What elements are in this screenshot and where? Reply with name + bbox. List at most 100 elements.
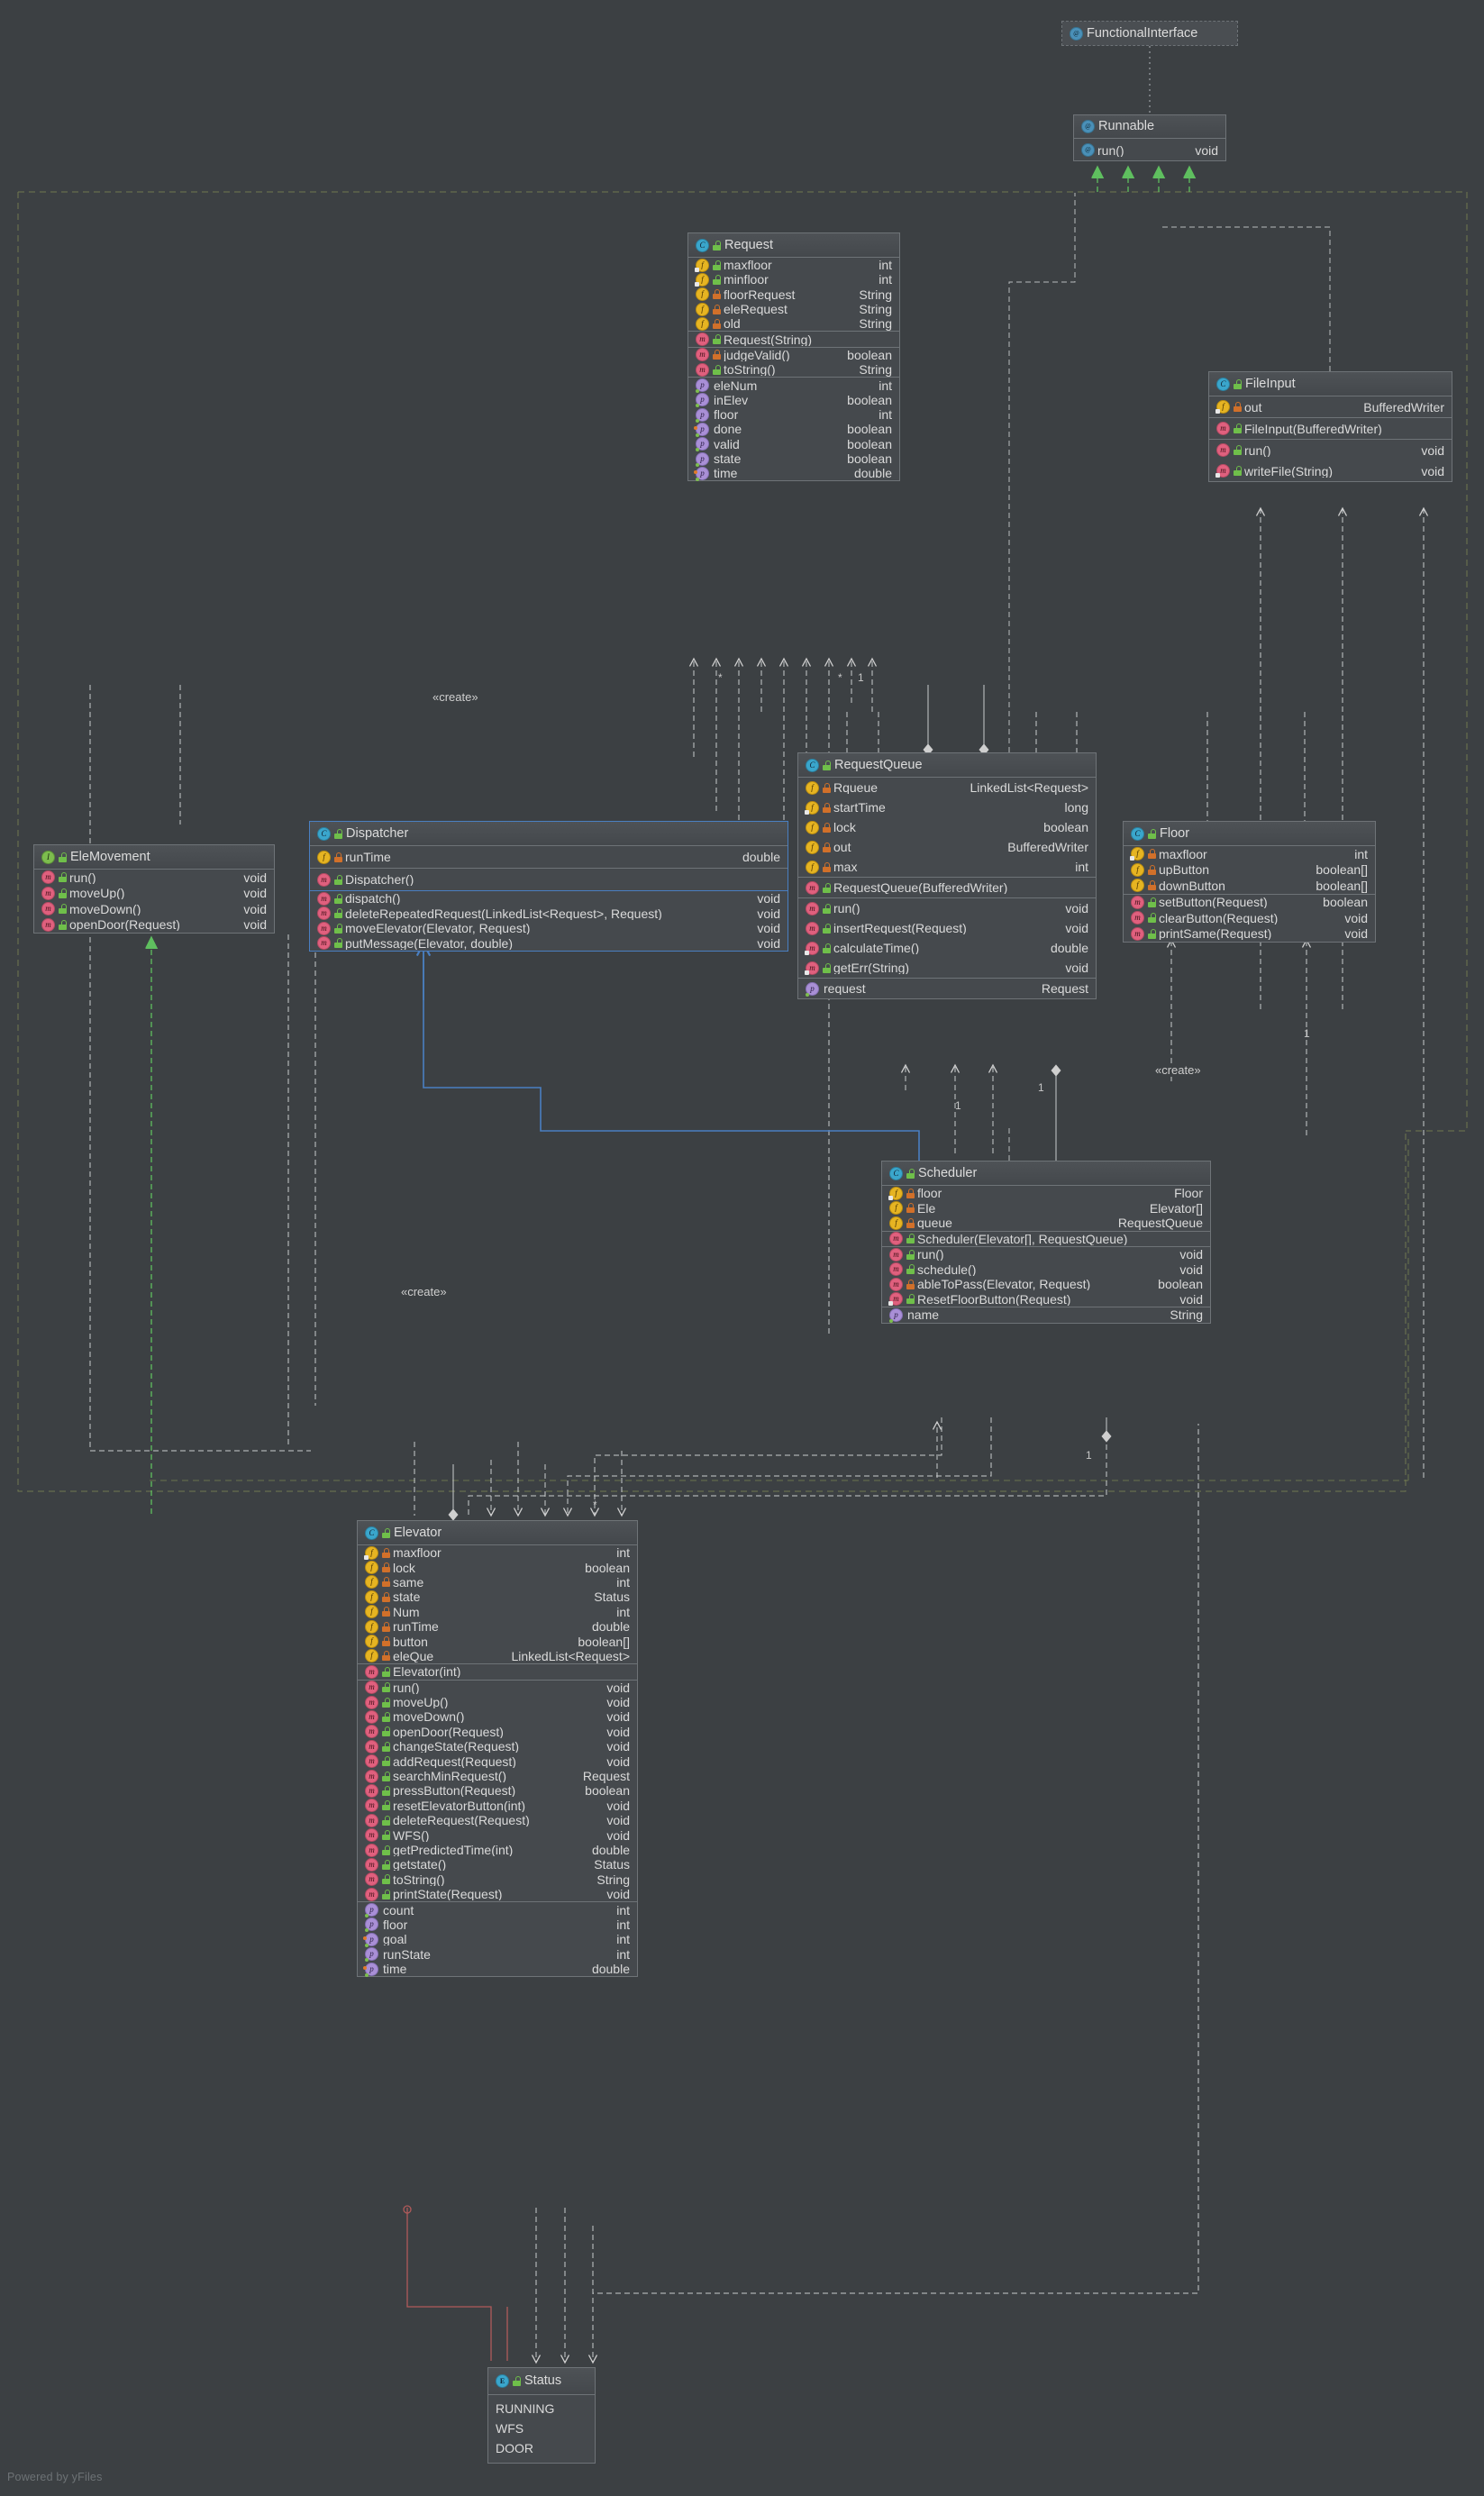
member-row[interactable]: f lock boolean	[798, 817, 1096, 837]
member-row[interactable]: m getPredictedTime(int) double	[358, 1843, 637, 1857]
member-row[interactable]: m deleteRepeatedRequest(LinkedList<Reques…	[310, 906, 788, 922]
member-row[interactable]: f lock boolean	[358, 1560, 637, 1575]
node-functional-interface[interactable]: @ FunctionalInterface	[1061, 21, 1238, 46]
member-row[interactable]: m run() void	[34, 870, 274, 886]
member-row[interactable]: f runTime double	[358, 1619, 637, 1634]
private-lock-icon	[382, 1562, 390, 1573]
member-row[interactable]: f runTime double	[310, 846, 788, 868]
member-row[interactable]: p goal int	[358, 1932, 637, 1947]
member-row[interactable]: m Request(String)	[688, 332, 899, 347]
member-row[interactable]: m writeFile(String) void	[1209, 460, 1452, 481]
node-scheduler[interactable]: C Scheduler f floor Floor f Ele Elevator[] f…	[881, 1161, 1211, 1324]
member-row[interactable]: f out BufferedWriter	[1209, 396, 1452, 417]
member-row[interactable]: m searchMinRequest() Request	[358, 1769, 637, 1783]
member-row[interactable]: m run() void	[358, 1681, 637, 1695]
member-row[interactable]: m pressButton(Request) boolean	[358, 1783, 637, 1798]
member-row[interactable]: f max int	[798, 857, 1096, 877]
member-row[interactable]: m moveDown() void	[34, 901, 274, 917]
member-row[interactable]: f downButton boolean[]	[1124, 878, 1375, 894]
member-row[interactable]: m moveUp() void	[358, 1695, 637, 1709]
member-row[interactable]: m toString() String	[358, 1872, 637, 1887]
member-row[interactable]: f maxfloor int	[358, 1545, 637, 1560]
member-row[interactable]: f floorRequest String	[688, 287, 899, 302]
node-status[interactable]: E Status RUNNING WFS DOOR	[487, 2367, 596, 2464]
member-row[interactable]: p runState int	[358, 1947, 637, 1963]
member-row[interactable]: f Ele Elevator[]	[882, 1201, 1210, 1216]
member-row[interactable]: p valid boolean	[688, 437, 899, 452]
member-row[interactable]: m dispatch() void	[310, 891, 788, 906]
member-row[interactable]: m moveDown() void	[358, 1709, 637, 1724]
enum-value[interactable]: WFS	[488, 2419, 595, 2438]
member-row[interactable]: m addRequest(Request) void	[358, 1754, 637, 1769]
member-row[interactable]: m WFS() void	[358, 1827, 637, 1843]
member-row[interactable]: p time double	[688, 466, 899, 481]
member-row[interactable]: f Num int	[358, 1605, 637, 1619]
member-row[interactable]: f floor Floor	[882, 1186, 1210, 1201]
node-floor[interactable]: C Floor f maxfloor int f upButton boolean[] …	[1123, 821, 1376, 943]
member-row[interactable]: f eleQue LinkedList<Request>	[358, 1649, 637, 1663]
member-row[interactable]: p name String	[882, 1307, 1210, 1323]
node-requestqueue[interactable]: C RequestQueue f Rqueue LinkedList<Request…	[797, 752, 1097, 999]
member-row[interactable]: m Dispatcher()	[310, 869, 788, 890]
member-row[interactable]: f old String	[688, 316, 899, 331]
member-row[interactable]: f minfloor int	[688, 272, 899, 287]
member-row[interactable]: m putMessage(Elevator, double) void	[310, 936, 788, 952]
member-row[interactable]: p request Request	[798, 979, 1096, 998]
member-row[interactable]: m judgeValid() boolean	[688, 348, 899, 362]
member-row[interactable]: m ableToPass(Elevator, Request) boolean	[882, 1277, 1210, 1292]
member-row[interactable]: f out BufferedWriter	[798, 837, 1096, 857]
node-runnable[interactable]: @ Runnable @ run() void	[1073, 114, 1226, 161]
member-row[interactable]: p inElev boolean	[688, 393, 899, 408]
member-row[interactable]: m calculateTime() double	[798, 938, 1096, 958]
member-row[interactable]: m openDoor(Request) void	[34, 917, 274, 934]
node-request[interactable]: C Request f maxfloor int f minfloor int f flo…	[687, 232, 900, 482]
node-dispatcher[interactable]: C Dispatcher f runTime double m Dispatcher(…	[309, 821, 788, 952]
member-row[interactable]: f state Status	[358, 1590, 637, 1604]
member-row[interactable]: f maxfloor int	[688, 258, 899, 272]
member-row[interactable]: m deleteRequest(Request) void	[358, 1813, 637, 1827]
member-row[interactable]: f maxfloor int	[1124, 846, 1375, 862]
member-row[interactable]: f button boolean[]	[358, 1634, 637, 1649]
member-row[interactable]: f startTime long	[798, 797, 1096, 817]
member-row[interactable]: m toString() String	[688, 362, 899, 377]
member-row[interactable]: m schedule() void	[882, 1262, 1210, 1278]
member-row[interactable]: m RequestQueue(BufferedWriter)	[798, 878, 1096, 897]
member-row[interactable]: p floor int	[358, 1918, 637, 1933]
member-row[interactable]: m clearButton(Request) void	[1124, 910, 1375, 926]
member-row[interactable]: m moveUp() void	[34, 886, 274, 902]
member-row[interactable]: p count int	[358, 1902, 637, 1918]
member-row[interactable]: p state boolean	[688, 451, 899, 467]
node-elevator[interactable]: C Elevator f maxfloor int f lock boolean f sa…	[357, 1520, 638, 1978]
member-row[interactable]: @ run() void	[1074, 139, 1225, 161]
member-row[interactable]: f eleRequest String	[688, 302, 899, 316]
member-row[interactable]: m run() void	[798, 898, 1096, 918]
member-row[interactable]: m getstate() Status	[358, 1857, 637, 1872]
member-row[interactable]: m getErr(String) void	[798, 958, 1096, 978]
member-row[interactable]: f same int	[358, 1575, 637, 1590]
member-row[interactable]: m run() void	[882, 1247, 1210, 1262]
member-row[interactable]: m resetElevatorButton(int) void	[358, 1799, 637, 1813]
member-row[interactable]: m insertRequest(Request) void	[798, 918, 1096, 938]
member-row[interactable]: f upButton boolean[]	[1124, 862, 1375, 879]
member-row[interactable]: m printSame(Request) void	[1124, 926, 1375, 943]
node-elemovement[interactable]: I EleMovement m run() void m moveUp() void m…	[33, 844, 275, 934]
enum-value[interactable]: DOOR	[488, 2438, 595, 2458]
member-row[interactable]: m printState(Request) void	[358, 1887, 637, 1901]
member-row[interactable]: p eleNum int	[688, 378, 899, 394]
member-row[interactable]: p done boolean	[688, 422, 899, 437]
member-row[interactable]: m ResetFloorButton(Request) void	[882, 1292, 1210, 1307]
member-row[interactable]: f queue RequestQueue	[882, 1216, 1210, 1231]
node-fileinput[interactable]: C FileInput f out BufferedWriter m FileInpu…	[1208, 371, 1452, 482]
enum-value[interactable]: RUNNING	[488, 2399, 595, 2419]
member-row[interactable]: m Scheduler(Elevator[], RequestQueue)	[882, 1232, 1210, 1247]
member-row[interactable]: f Rqueue LinkedList<Request>	[798, 778, 1096, 797]
member-row[interactable]: m moveElevator(Elevator, Request) void	[310, 921, 788, 936]
member-row[interactable]: m openDoor(Request) void	[358, 1725, 637, 1739]
member-row[interactable]: m setButton(Request) boolean	[1124, 895, 1375, 911]
member-row[interactable]: p time double	[358, 1962, 637, 1977]
member-row[interactable]: m FileInput(BufferedWriter)	[1209, 418, 1452, 439]
member-row[interactable]: m changeState(Request) void	[358, 1739, 637, 1754]
member-row[interactable]: m Elevator(int)	[358, 1664, 637, 1679]
member-row[interactable]: m run() void	[1209, 440, 1452, 460]
member-row[interactable]: p floor int	[688, 407, 899, 423]
